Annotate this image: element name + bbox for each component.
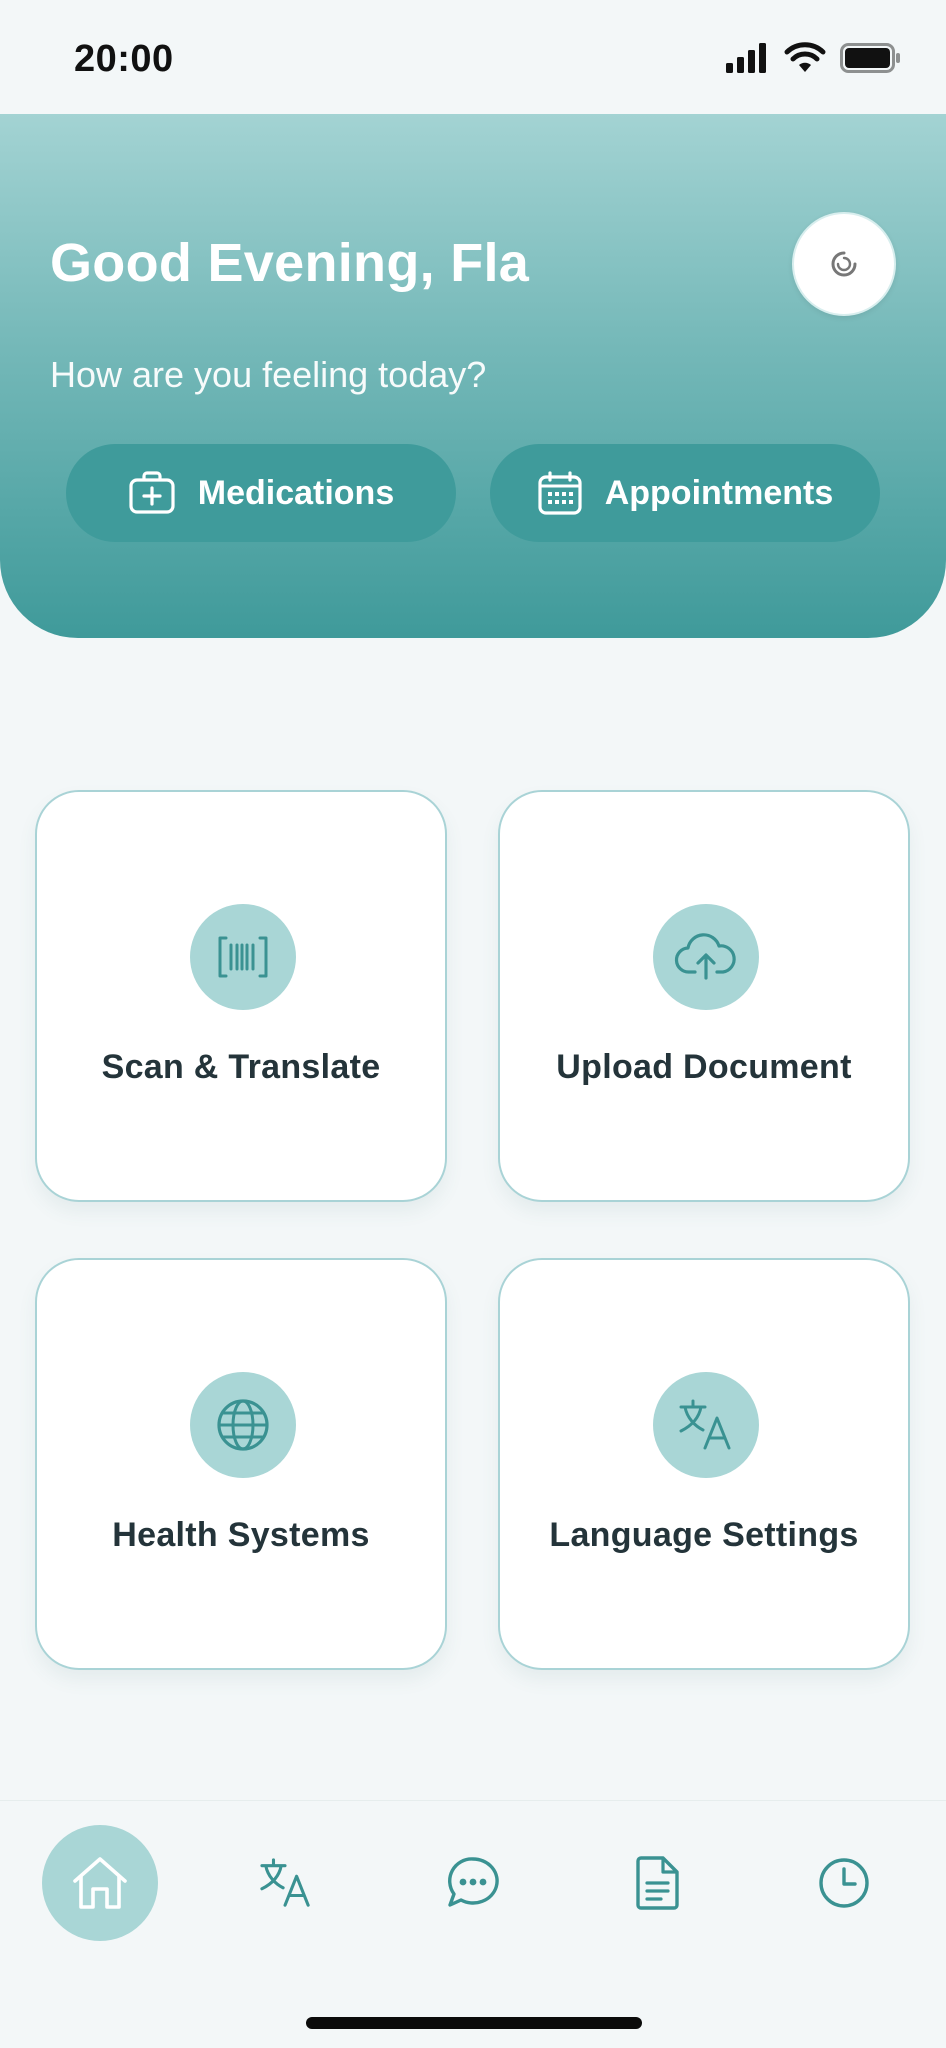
status-icons	[726, 42, 902, 74]
language-settings-card[interactable]: Language Settings	[498, 1258, 910, 1670]
globe-icon-circle	[190, 1372, 296, 1478]
cloud-upload-icon	[674, 933, 736, 980]
home-icon	[73, 1857, 127, 1909]
translate-icon	[679, 1399, 731, 1450]
document-icon	[636, 1856, 679, 1910]
home-indicator	[306, 2017, 642, 2029]
translate-icon-circle	[653, 1372, 759, 1478]
wifi-icon	[784, 42, 826, 72]
chat-icon	[448, 1857, 499, 1907]
appointments-label: Appointments	[604, 473, 834, 512]
scan-translate-label: Scan & Translate	[101, 1048, 381, 1086]
upload-icon-circle	[653, 904, 759, 1010]
upload-document-label: Upload Document	[556, 1048, 852, 1086]
battery-icon	[840, 43, 900, 73]
translate-icon	[260, 1858, 310, 1907]
scan-translate-card[interactable]: Scan & Translate	[35, 790, 447, 1202]
greeting-title: Good Evening, Fla	[50, 233, 530, 293]
home-screen: 20:00 Good Evening, Fla How are you feel…	[0, 0, 946, 2048]
status-bar: 20:00	[0, 0, 946, 114]
profile-avatar-button[interactable]	[792, 212, 896, 316]
header-banner: Good Evening, Fla How are you feeling to…	[0, 114, 946, 638]
upload-document-card[interactable]: Upload Document	[498, 790, 910, 1202]
status-time: 20:00	[74, 38, 174, 80]
cellular-signal-icon	[726, 43, 766, 73]
clock-icon	[819, 1858, 869, 1908]
tab-translate[interactable]	[228, 1825, 344, 1941]
globe-icon	[217, 1399, 269, 1451]
tab-home[interactable]	[42, 1825, 158, 1941]
language-settings-label: Language Settings	[549, 1516, 859, 1554]
calendar-icon	[538, 471, 582, 515]
barcode-scan-icon	[218, 936, 268, 978]
medications-label: Medications	[197, 473, 395, 512]
greeting-subtitle: How are you feeling today?	[50, 354, 487, 395]
scan-icon-circle	[190, 904, 296, 1010]
medications-button[interactable]: Medications	[66, 444, 456, 542]
appointments-button[interactable]: Appointments	[490, 444, 880, 542]
health-systems-label: Health Systems	[112, 1516, 370, 1554]
health-systems-card[interactable]: Health Systems	[35, 1258, 447, 1670]
tab-documents[interactable]	[600, 1825, 716, 1941]
tab-history[interactable]	[786, 1825, 902, 1941]
medical-kit-icon	[129, 471, 175, 514]
tab-chat[interactable]	[415, 1825, 531, 1941]
loading-spinner-icon	[831, 251, 857, 277]
bottom-tab-bar	[0, 1800, 946, 2048]
